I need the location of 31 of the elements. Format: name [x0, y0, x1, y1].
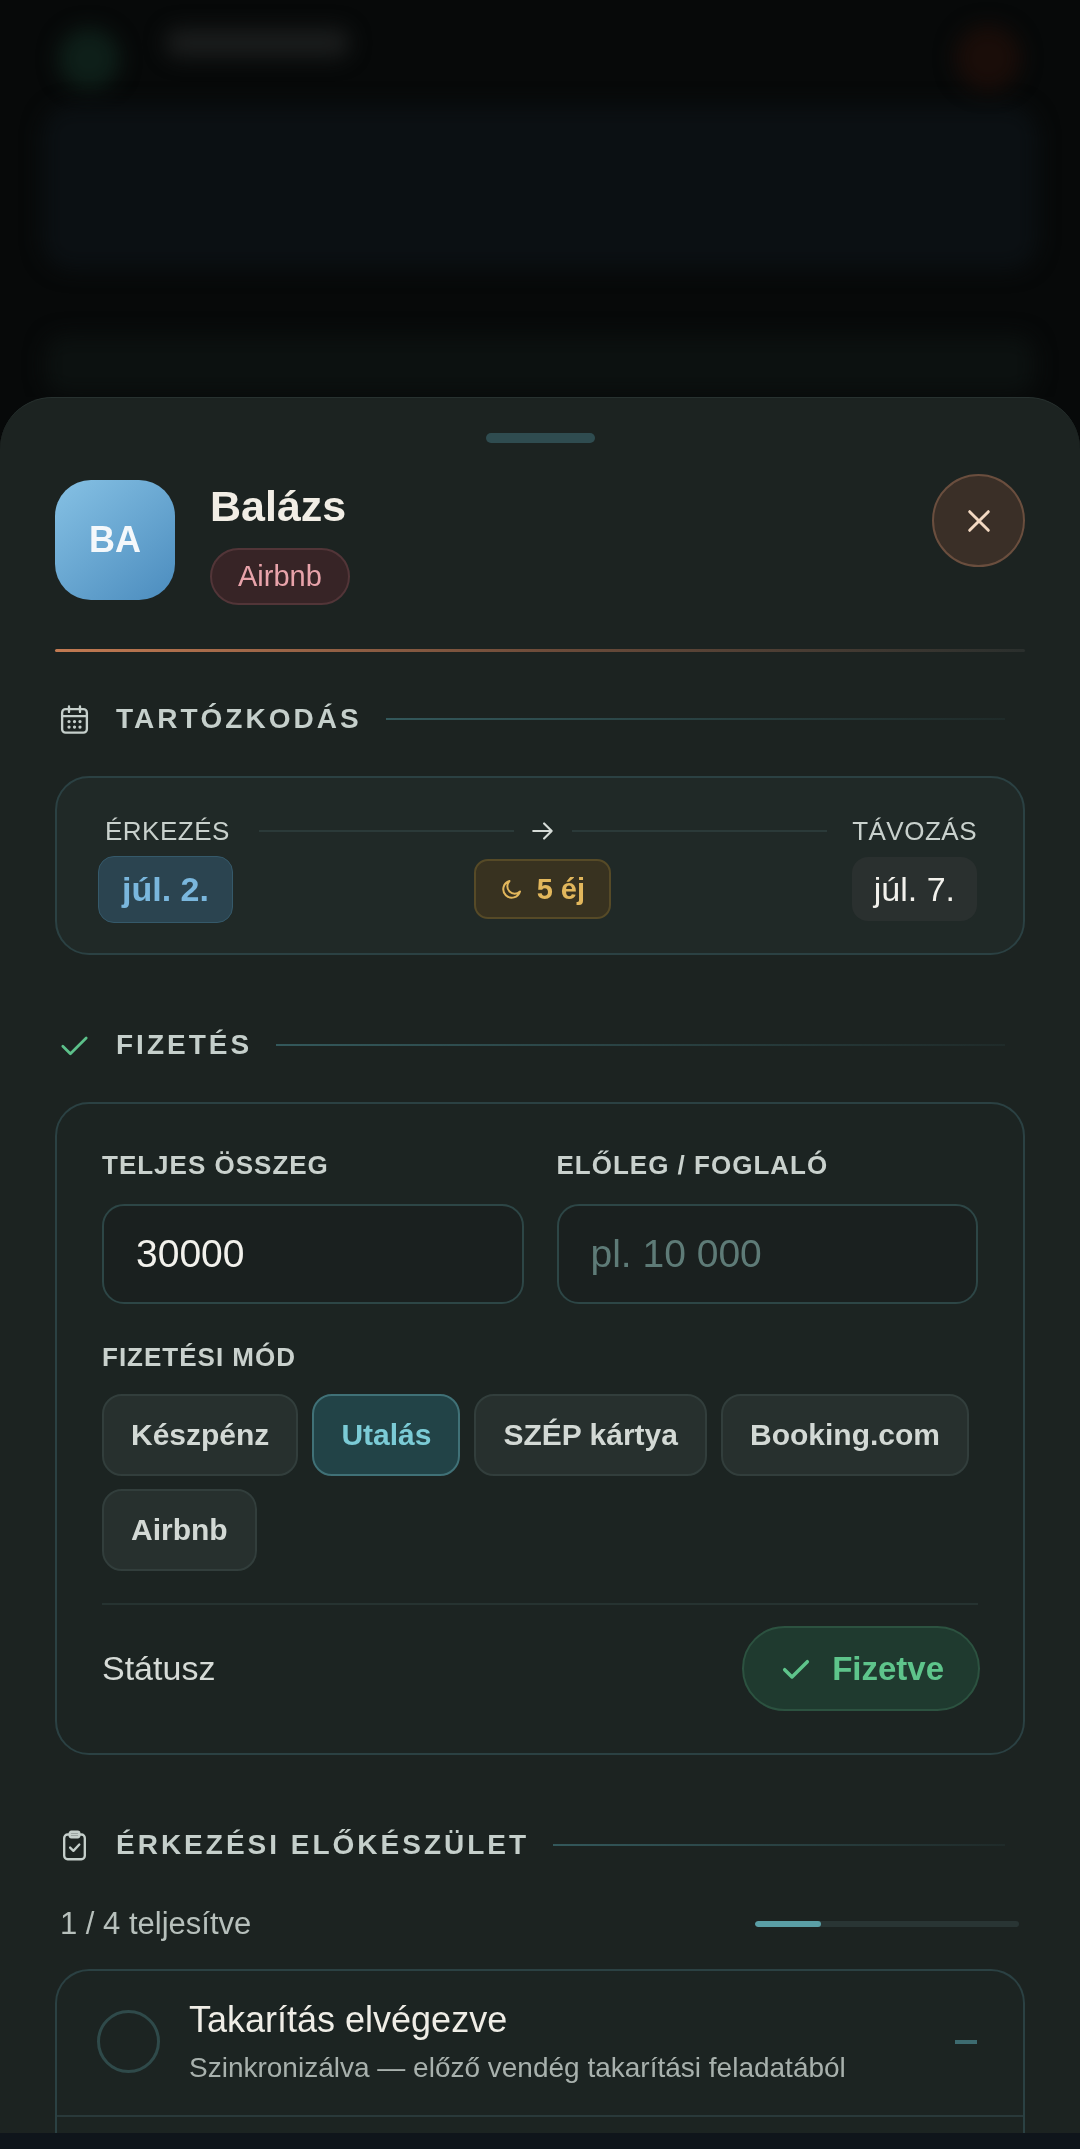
section-title: TARTÓZKODÁS — [116, 703, 362, 735]
status-label: Státusz — [102, 1649, 216, 1688]
moon-icon — [499, 877, 524, 901]
total-amount-field[interactable]: 30000 — [102, 1204, 524, 1304]
task-note: Szinkronizálva — előző vendég takarítási feladatából — [189, 2051, 846, 2085]
payment-method-chip[interactable]: Utalás — [312, 1394, 461, 1476]
deposit-field[interactable]: pl. 10 000 — [556, 1204, 978, 1304]
guest-avatar: BA — [55, 480, 175, 600]
payment-method-chip[interactable]: Készpénz — [102, 1394, 299, 1476]
calendar-icon — [58, 702, 91, 736]
field-label: ELŐLEG / FOGLALÓ — [556, 1150, 829, 1181]
departure-label: TÁVOZÁS — [852, 814, 977, 848]
departure-date: júl. 7. — [851, 857, 977, 921]
arrival-date: júl. 2. — [98, 855, 233, 923]
payment-method-chip[interactable]: SZÉP kártya — [474, 1394, 707, 1476]
source-badge: Airbnb — [210, 548, 350, 605]
progress-text: 1 / 4 teljesítve — [60, 1906, 252, 1942]
section-title: FIZETÉS — [116, 1029, 253, 1061]
field-label: FIZETÉSI MÓD — [102, 1342, 296, 1373]
drag-handle[interactable] — [485, 433, 595, 443]
arrival-label: ÉRKEZÉS — [104, 814, 231, 848]
payment-method-chip[interactable]: Booking.com — [721, 1394, 969, 1476]
status-button[interactable]: Fizetve — [742, 1626, 980, 1711]
checkbox[interactable] — [97, 2010, 160, 2073]
payment-method-chip[interactable]: Airbnb — [102, 1489, 257, 1571]
field-label: TELJES ÖSSZEG — [102, 1150, 329, 1181]
nights-count: 5 éj — [536, 872, 585, 906]
guest-name: Balázs — [210, 481, 347, 532]
section-title: ÉRKEZÉSI ELŐKÉSZÜLET — [116, 1829, 530, 1861]
minus-icon[interactable] — [955, 2039, 977, 2044]
task-title: Takarítás elvégezve — [189, 1998, 508, 2042]
